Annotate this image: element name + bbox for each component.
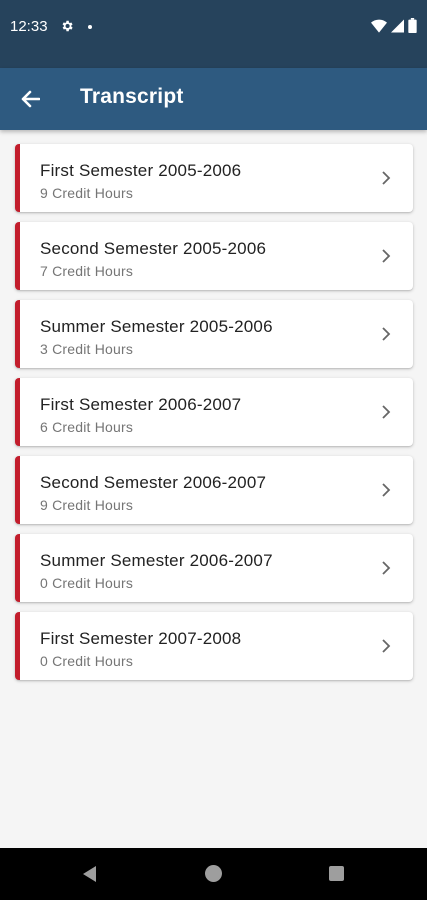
semester-title: First Semester 2005-2006 — [40, 161, 242, 180]
chevron-right-icon — [382, 639, 391, 653]
credit-hours: 0 Credit Hours — [40, 575, 134, 591]
status-time: 12:33 — [10, 18, 48, 35]
semester-list: First Semester 2005-2006 9 Credit Hours … — [15, 144, 413, 690]
semester-card[interactable]: Second Semester 2006-2007 9 Credit Hours — [15, 456, 413, 524]
semester-card[interactable]: Second Semester 2005-2006 7 Credit Hours — [15, 222, 413, 290]
semester-title: Summer Semester 2005-2006 — [40, 317, 273, 336]
semester-title: First Semester 2007-2008 — [40, 629, 242, 648]
semester-card[interactable]: Summer Semester 2005-2006 3 Credit Hours — [15, 300, 413, 368]
semester-title: Second Semester 2005-2006 — [40, 239, 267, 258]
app-bar: Transcript — [0, 68, 427, 130]
semester-title: Second Semester 2006-2007 — [40, 473, 267, 492]
credit-hours: 7 Credit Hours — [40, 263, 134, 279]
notification-dot-icon — [88, 25, 92, 29]
arrow-left-icon — [21, 90, 40, 108]
recents-square-icon[interactable] — [329, 866, 344, 881]
chevron-right-icon — [382, 171, 391, 185]
battery-icon — [408, 18, 417, 33]
semester-title: Summer Semester 2006-2007 — [40, 551, 273, 570]
chevron-right-icon — [382, 561, 391, 575]
semester-title: First Semester 2006-2007 — [40, 395, 242, 414]
semester-card[interactable]: First Semester 2006-2007 6 Credit Hours — [15, 378, 413, 446]
chevron-right-icon — [382, 327, 391, 341]
credit-hours: 9 Credit Hours — [40, 185, 134, 201]
gear-icon — [62, 20, 73, 32]
chevron-right-icon — [382, 483, 391, 497]
semester-card[interactable]: First Semester 2007-2008 0 Credit Hours — [15, 612, 413, 680]
chevron-right-icon — [382, 405, 391, 419]
credit-hours: 6 Credit Hours — [40, 419, 134, 435]
system-nav-bar — [0, 848, 427, 900]
semester-card[interactable]: Summer Semester 2006-2007 0 Credit Hours — [15, 534, 413, 602]
wifi-icon — [371, 19, 387, 33]
signal-icon — [391, 19, 404, 32]
status-bar: 12:33 — [0, 0, 427, 68]
page-title: Transcript — [80, 85, 184, 108]
credit-hours: 0 Credit Hours — [40, 653, 134, 669]
chevron-right-icon — [382, 249, 391, 263]
status-icons — [371, 18, 417, 33]
back-button[interactable] — [14, 84, 46, 114]
credit-hours: 3 Credit Hours — [40, 341, 134, 357]
back-triangle-icon[interactable] — [80, 864, 100, 884]
credit-hours: 9 Credit Hours — [40, 497, 134, 513]
semester-card[interactable]: First Semester 2005-2006 9 Credit Hours — [15, 144, 413, 212]
home-circle-icon[interactable] — [205, 865, 222, 882]
